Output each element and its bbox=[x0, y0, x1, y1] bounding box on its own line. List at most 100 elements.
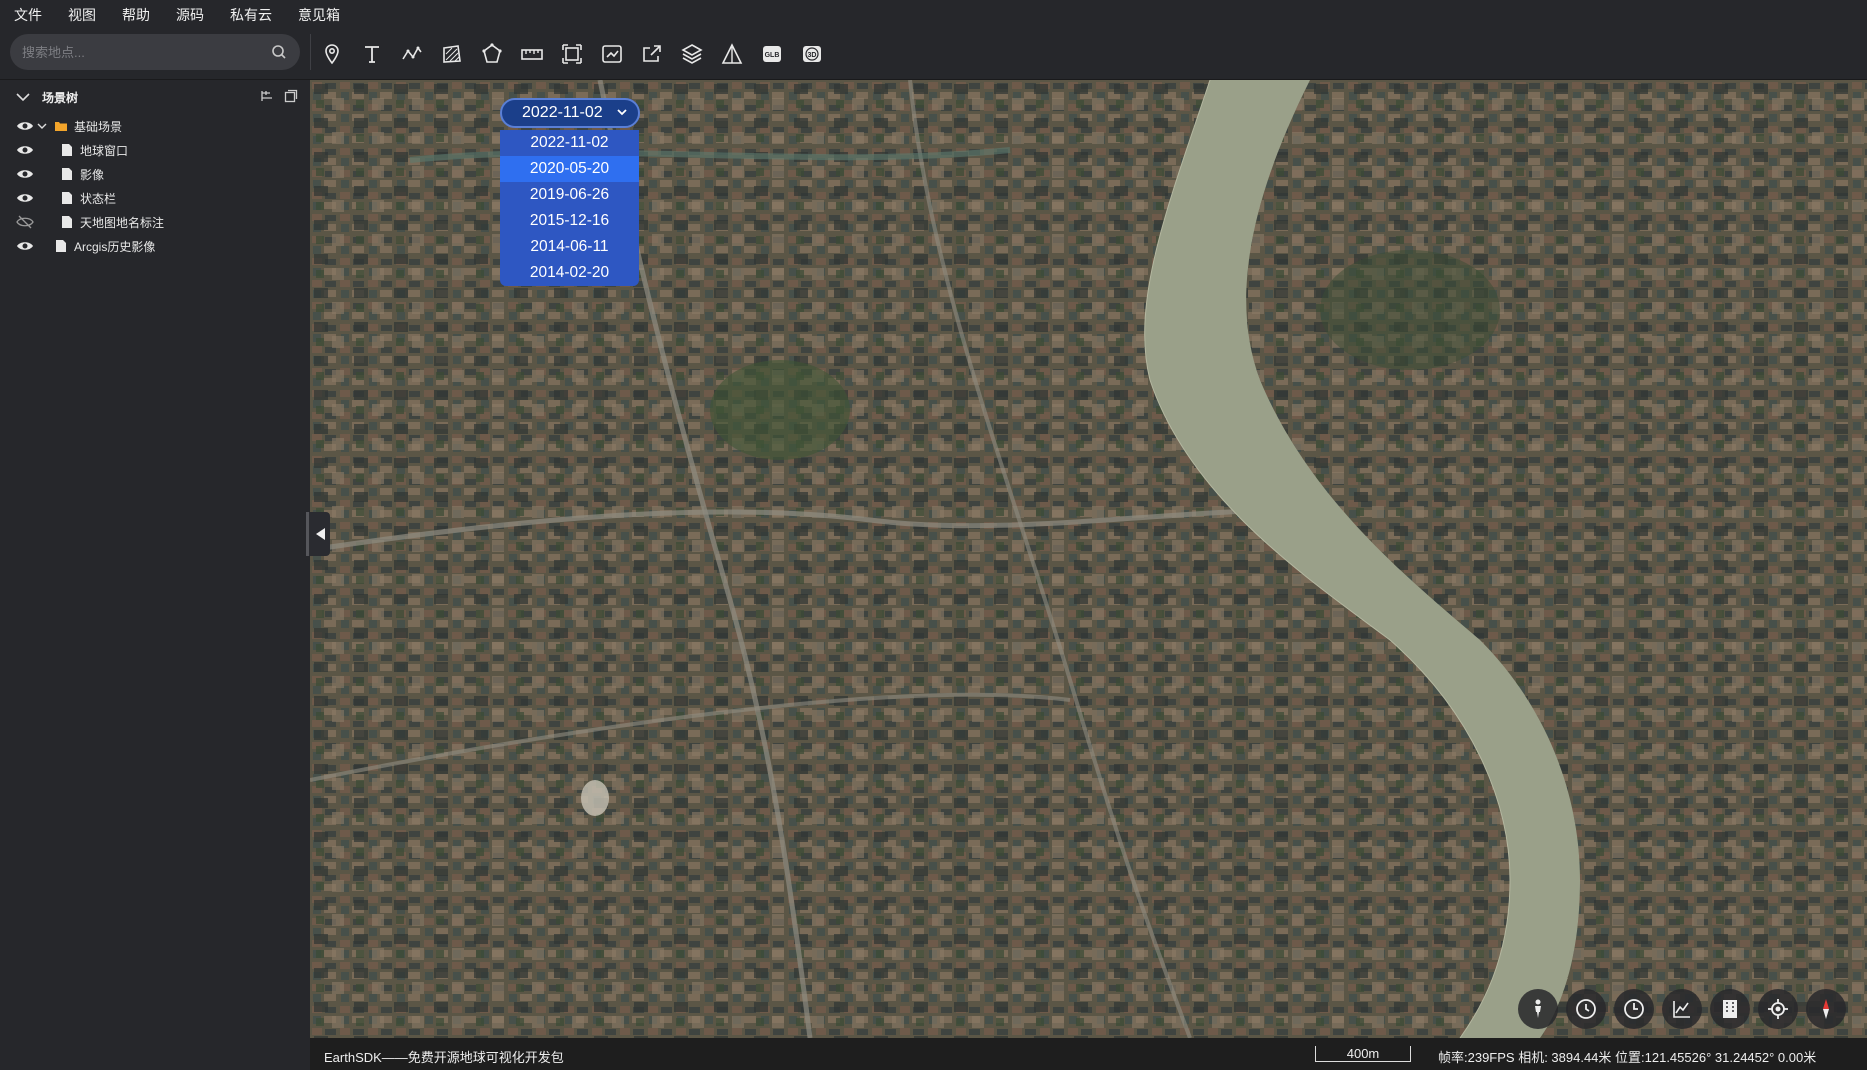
scale-bar: 400m bbox=[1315, 1046, 1411, 1062]
clock-button[interactable] bbox=[1566, 989, 1606, 1029]
polygon-hatch-icon bbox=[443, 45, 461, 63]
eye-icon[interactable] bbox=[16, 167, 34, 181]
scene-tree-title: 场景树 bbox=[42, 90, 79, 105]
chevron-down-icon[interactable] bbox=[37, 121, 47, 131]
menu-file[interactable]: 文件 bbox=[14, 5, 42, 25]
clock-icon bbox=[1576, 999, 1596, 1019]
menu-feedback[interactable]: 意见箱 bbox=[298, 5, 340, 25]
menu-private-cloud[interactable]: 私有云 bbox=[230, 5, 272, 25]
share-tool-button[interactable] bbox=[632, 37, 672, 71]
file-icon bbox=[60, 143, 74, 157]
collapse-all-icon[interactable] bbox=[284, 89, 298, 103]
tree-settings-icon[interactable] bbox=[260, 89, 274, 103]
search-box bbox=[10, 34, 300, 70]
compass-button[interactable] bbox=[1806, 989, 1846, 1029]
polygon-tool-button[interactable] bbox=[472, 37, 512, 71]
pin-icon bbox=[325, 44, 339, 65]
text-icon bbox=[365, 46, 379, 63]
chevron-down-icon[interactable] bbox=[16, 92, 30, 102]
toolbar-divider bbox=[310, 34, 311, 70]
glb-tool-button[interactable]: GLB bbox=[752, 37, 792, 71]
tree-item-label: 状态栏 bbox=[80, 191, 117, 206]
file-icon bbox=[60, 215, 74, 229]
imagery-date-options: 2022-11-02 2020-05-20 2019-06-26 2015-12… bbox=[500, 130, 639, 286]
time-button[interactable] bbox=[1614, 989, 1654, 1029]
brand-text: EarthSDK——免费开源地球可视化开发包 bbox=[324, 1050, 564, 1065]
locate-icon bbox=[1768, 999, 1788, 1019]
date-option[interactable]: 2020-05-20 bbox=[500, 156, 639, 182]
measure-icon bbox=[521, 49, 543, 60]
scene-tree-panel: 场景树 基础场景 地球窗口 影像 状态栏 天地图地名标注 Arcgis历史影像 bbox=[0, 80, 310, 1070]
file-icon bbox=[54, 239, 68, 253]
camera-readout: 帧率:239FPS 相机: 3894.44米 位置:121.45526° 31.… bbox=[1438, 1050, 1817, 1065]
toolbar: GLB 3D bbox=[0, 30, 1867, 80]
profile-icon bbox=[1673, 1001, 1690, 1018]
date-option[interactable]: 2015-12-16 bbox=[500, 208, 639, 234]
menu-view[interactable]: 视图 bbox=[68, 5, 96, 25]
triangle-left-icon bbox=[315, 528, 325, 540]
eye-icon[interactable] bbox=[16, 239, 34, 253]
search-icon[interactable] bbox=[270, 43, 288, 61]
tree-item-statusbar[interactable]: 状态栏 bbox=[0, 186, 310, 210]
locate-button[interactable] bbox=[1758, 989, 1798, 1029]
glb-icon: GLB bbox=[763, 46, 781, 62]
person-icon bbox=[1535, 999, 1541, 1018]
compass-icon bbox=[1823, 999, 1829, 1019]
profile-button[interactable] bbox=[1662, 989, 1702, 1029]
menubar: 文件 视图 帮助 源码 私有云 意见箱 bbox=[0, 0, 1867, 30]
eye-off-icon[interactable] bbox=[16, 215, 34, 229]
tree-item-basic-scene[interactable]: 基础场景 bbox=[0, 114, 310, 138]
status-bar: EarthSDK——免费开源地球可视化开发包 400m 帧率:239FPS 相机… bbox=[310, 1038, 1867, 1070]
tree-item-label: 地球窗口 bbox=[80, 143, 129, 158]
hatch-polygon-tool-button[interactable] bbox=[432, 37, 472, 71]
share-icon bbox=[643, 45, 661, 62]
imagery-date-value: 2022-11-02 bbox=[522, 104, 603, 121]
folder-icon bbox=[54, 119, 68, 133]
frame-tool-button[interactable] bbox=[552, 37, 592, 71]
building-icon bbox=[1723, 1000, 1737, 1018]
tree-item-label: 基础场景 bbox=[74, 119, 123, 134]
tree-item-tianditu-labels[interactable]: 天地图地名标注 bbox=[0, 210, 310, 234]
menu-help[interactable]: 帮助 bbox=[122, 5, 150, 25]
tree-item-label: 天地图地名标注 bbox=[80, 215, 165, 230]
date-option[interactable]: 2014-02-20 bbox=[500, 260, 639, 286]
date-option[interactable]: 2014-06-11 bbox=[500, 234, 639, 260]
menu-source[interactable]: 源码 bbox=[176, 5, 204, 25]
polyline-icon bbox=[402, 46, 422, 60]
file-icon bbox=[60, 191, 74, 205]
date-option[interactable]: 2019-06-26 bbox=[500, 182, 639, 208]
eye-icon[interactable] bbox=[16, 143, 34, 157]
image-export-icon bbox=[602, 45, 622, 63]
panel-collapse-button[interactable] bbox=[306, 512, 330, 556]
frame-icon bbox=[562, 44, 582, 64]
text-tool-button[interactable] bbox=[352, 37, 392, 71]
map-controls bbox=[1518, 989, 1846, 1029]
layers-icon bbox=[681, 44, 703, 64]
tree-item-imagery[interactable]: 影像 bbox=[0, 162, 310, 186]
search-input[interactable] bbox=[22, 44, 270, 60]
layers-tool-button[interactable] bbox=[672, 37, 712, 71]
imagery-date-select[interactable]: 2022-11-02 bbox=[500, 98, 640, 128]
tree-item-label: Arcgis历史影像 bbox=[74, 239, 156, 254]
tree-item-arcgis-history[interactable]: Arcgis历史影像 bbox=[0, 234, 310, 258]
eye-icon[interactable] bbox=[16, 191, 34, 205]
file-icon bbox=[60, 167, 74, 181]
measure-tool-button[interactable] bbox=[512, 37, 552, 71]
building-button[interactable] bbox=[1710, 989, 1750, 1029]
3d-tool-button[interactable]: 3D bbox=[792, 37, 832, 71]
person-button[interactable] bbox=[1518, 989, 1558, 1029]
tool-group: GLB 3D bbox=[312, 37, 832, 71]
svg-text:GLB: GLB bbox=[765, 52, 780, 59]
eye-icon[interactable] bbox=[16, 119, 34, 133]
tree-item-earth-window[interactable]: 地球窗口 bbox=[0, 138, 310, 162]
image-export-tool-button[interactable] bbox=[592, 37, 632, 71]
chevron-down-icon bbox=[617, 109, 627, 116]
polyline-tool-button[interactable] bbox=[392, 37, 432, 71]
date-option[interactable]: 2022-11-02 bbox=[500, 130, 639, 156]
pin-tool-button[interactable] bbox=[312, 37, 352, 71]
scale-label: 400m bbox=[1346, 1046, 1380, 1061]
polygon-icon bbox=[482, 43, 502, 63]
svg-text:3D: 3D bbox=[808, 52, 817, 59]
scene-tree-header: 场景树 bbox=[0, 80, 310, 114]
terrain-tool-button[interactable] bbox=[712, 37, 752, 71]
